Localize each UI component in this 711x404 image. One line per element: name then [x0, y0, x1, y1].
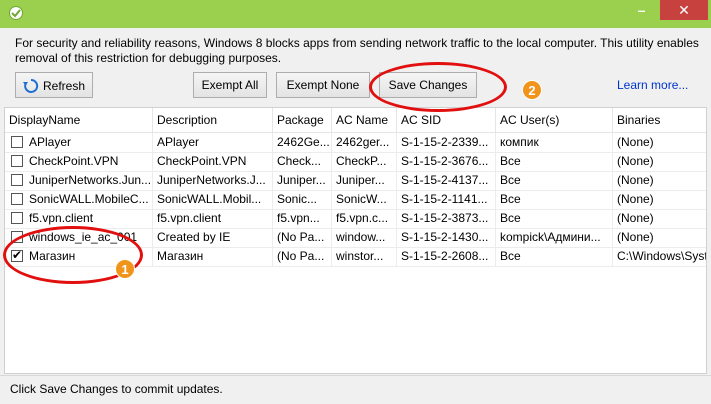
exempt-all-button[interactable]: Exempt All	[193, 72, 267, 98]
cell-ac-sid: S-1-15-2-2339...	[397, 133, 496, 152]
row-checkbox[interactable]: ✔	[11, 174, 23, 186]
cell-package: 2462Ge...	[273, 133, 332, 152]
exempt-none-button[interactable]: Exempt None	[276, 72, 370, 98]
column-header-binaries[interactable]: Binaries	[613, 108, 706, 132]
cell-ac-users: Все	[496, 247, 613, 266]
table-row[interactable]: CheckPoint.VPN CheckPoint.VPN Check... Chec…	[5, 152, 706, 172]
cell-ac-users: компик	[496, 133, 613, 152]
column-header-displayname[interactable]: DisplayName	[5, 108, 153, 132]
cell-binaries: (None)	[613, 133, 706, 152]
cell-ac-name: window...	[332, 228, 397, 247]
cell-ac-users: Все	[496, 190, 613, 209]
cell-package: (No Pa...	[273, 247, 332, 266]
app-container-list: DisplayName Description Package AC Name …	[4, 107, 707, 374]
checkmark-icon: ✔	[12, 248, 23, 262]
cell-ac-name: f5.vpn.c...	[332, 209, 397, 228]
cell-description: APlayer	[153, 133, 273, 152]
table-row[interactable]: windows_ie_ac_001 Created by IE (No Pa... w…	[5, 228, 706, 248]
cell-ac-sid: S-1-15-2-1141...	[397, 190, 496, 209]
cell-ac-name: CheckP...	[332, 152, 397, 171]
cell-package: Check...	[273, 152, 332, 171]
cell-ac-users: Все	[496, 152, 613, 171]
cell-binaries: (None)	[613, 209, 706, 228]
learn-more-link[interactable]: Learn more...	[617, 78, 688, 92]
cell-description: SonicWALL.Mobil...	[153, 190, 273, 209]
table-row[interactable]: f5.vpn.client f5.vpn.client f5.vpn... f5.vp…	[5, 209, 706, 229]
row-checkbox[interactable]: ✔	[11, 248, 23, 262]
cell-description: CheckPoint.VPN	[153, 152, 273, 171]
column-header-ac-name[interactable]: AC Name	[332, 108, 397, 132]
cell-ac-sid: S-1-15-2-2608...	[397, 247, 496, 266]
step-1-badge: 1	[115, 259, 135, 279]
save-changes-button[interactable]: Save Changes	[379, 72, 477, 98]
cell-package: Juniper...	[273, 171, 332, 190]
table-row[interactable]: APlayer APlayer 2462Ge... 2462ger... S-1-15-…	[5, 133, 706, 153]
table-row[interactable]: JuniperNetworks.Jun... JuniperNetworks.J.…	[5, 171, 706, 191]
cell-ac-sid: S-1-15-2-1430...	[397, 228, 496, 247]
cell-package: (No Pa...	[273, 228, 332, 247]
cell-description: Магазин	[153, 247, 273, 266]
checkmark-shield-icon[interactable]	[9, 6, 23, 20]
cell-ac-name: 2462ger...	[332, 133, 397, 152]
close-button[interactable]: ✕	[660, 0, 708, 20]
cell-ac-name: Juniper...	[332, 171, 397, 190]
info-text: For security and reliability reasons, Wi…	[15, 36, 699, 65]
cell-description: JuniperNetworks.J...	[153, 171, 273, 190]
cell-ac-sid: S-1-15-2-3676...	[397, 152, 496, 171]
step-2-badge: 2	[522, 80, 542, 100]
status-text: Click Save Changes to commit updates.	[10, 382, 223, 396]
cell-ac-name: SonicW...	[332, 190, 397, 209]
row-checkbox[interactable]: ✔	[11, 136, 23, 148]
minimize-button[interactable]: –	[628, 0, 655, 20]
refresh-button[interactable]: Refresh	[15, 72, 93, 98]
cell-displayname: JuniperNetworks.Jun...	[5, 171, 153, 190]
cell-displayname: windows_ie_ac_001	[5, 228, 153, 247]
cell-description: Created by IE	[153, 228, 273, 247]
cell-description: f5.vpn.client	[153, 209, 273, 228]
cell-package: Sonic...	[273, 190, 332, 209]
cell-displayname: APlayer	[5, 133, 153, 152]
cell-ac-users: Все	[496, 209, 613, 228]
cell-binaries: C:\Windows\Syst	[613, 247, 706, 266]
title-bar: – ✕	[0, 0, 711, 28]
cell-binaries: (None)	[613, 171, 706, 190]
refresh-icon	[22, 78, 39, 94]
cell-binaries: (None)	[613, 152, 706, 171]
cell-ac-users: kompick\Админи...	[496, 228, 613, 247]
column-header-ac-sid[interactable]: AC SID	[397, 108, 496, 132]
table-row[interactable]: Магазин Магазин (No Pa... winstor... S-1-15-…	[5, 247, 706, 267]
table-row[interactable]: SonicWALL.MobileC... SonicWALL.Mobil... So…	[5, 190, 706, 210]
cell-ac-sid: S-1-15-2-3873...	[397, 209, 496, 228]
cell-ac-sid: S-1-15-2-4137...	[397, 171, 496, 190]
cell-displayname: f5.vpn.client	[5, 209, 153, 228]
row-checkbox[interactable]: ✔	[11, 193, 23, 205]
cell-ac-name: winstor...	[332, 247, 397, 266]
table-header: DisplayName Description Package AC Name …	[5, 108, 706, 133]
cell-package: f5.vpn...	[273, 209, 332, 228]
row-checkbox[interactable]: ✔	[11, 212, 23, 224]
cell-binaries: (None)	[613, 228, 706, 247]
cell-displayname: CheckPoint.VPN	[5, 152, 153, 171]
cell-displayname: SonicWALL.MobileC...	[5, 190, 153, 209]
row-checkbox[interactable]: ✔	[11, 231, 23, 243]
column-header-description[interactable]: Description	[153, 108, 273, 132]
column-header-ac-users[interactable]: AC User(s)	[496, 108, 613, 132]
cell-ac-users: Все	[496, 171, 613, 190]
status-bar: Click Save Changes to commit updates.	[0, 375, 711, 404]
cell-binaries: (None)	[613, 190, 706, 209]
row-checkbox[interactable]: ✔	[11, 155, 23, 167]
column-header-package[interactable]: Package	[273, 108, 332, 132]
refresh-label: Refresh	[42, 78, 86, 93]
